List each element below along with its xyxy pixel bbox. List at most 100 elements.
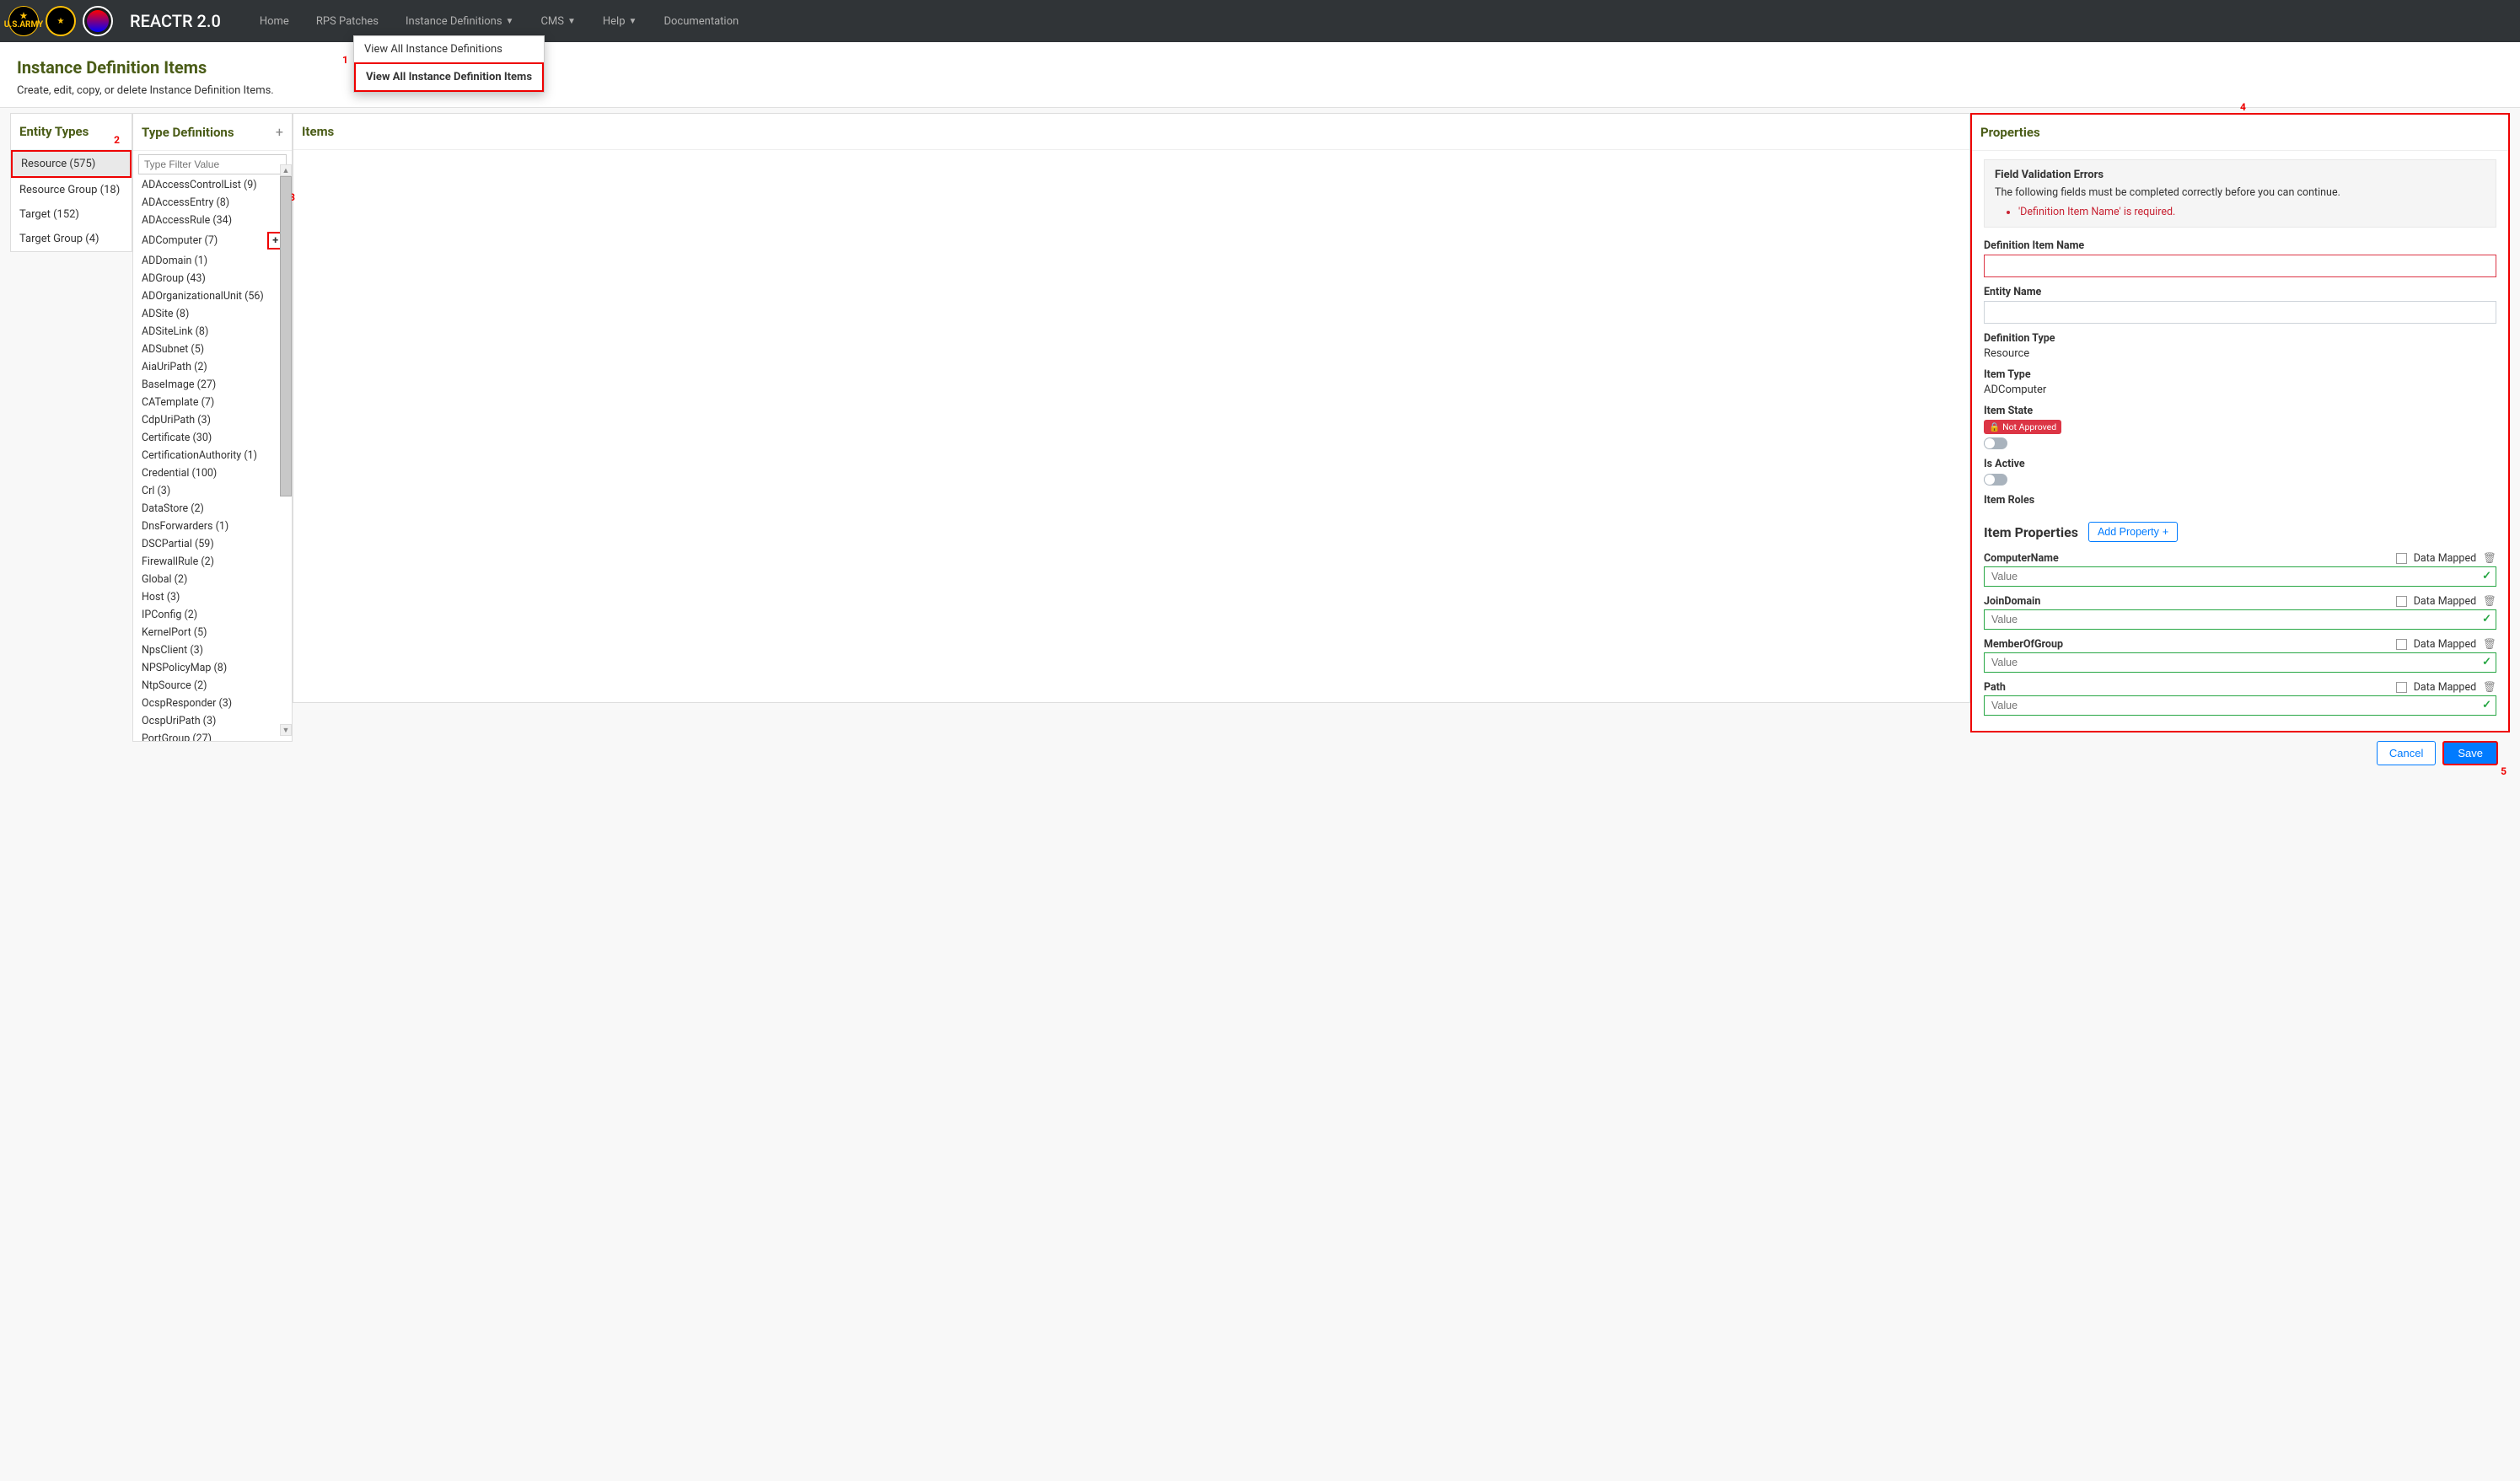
delete-property-icon[interactable]: 🗑 [2483, 681, 2496, 694]
footer-buttons: Cancel Save [1970, 732, 2510, 774]
type-definition-item[interactable]: DnsForwarders (1)+ [133, 518, 292, 535]
property-value-input[interactable] [1984, 695, 2496, 716]
type-definition-item[interactable]: PortGroup (27)+ [133, 730, 292, 741]
top-navbar: ★U.S.ARMY ★ REACTR 2.0 Home RPS Patches … [0, 0, 2520, 42]
type-definition-item[interactable]: ADOrganizationalUnit (56)+ [133, 287, 292, 305]
save-button[interactable]: Save [2442, 741, 2498, 765]
caret-down-icon: ▼ [567, 17, 576, 26]
validation-message: The following fields must be completed c… [1995, 186, 2485, 199]
type-definition-item[interactable]: ADAccessEntry (8)+ [133, 194, 292, 212]
type-definition-item[interactable]: ADAccessRule (34)+ [133, 212, 292, 229]
plus-icon: + [2163, 526, 2168, 538]
properties-header: Properties [1972, 115, 2508, 151]
label-is-active: Is Active [1984, 458, 2496, 470]
type-definitions-list[interactable]: ADAccessControlList (9)+ADAccessEntry (8… [133, 176, 292, 741]
scroll-down-icon[interactable]: ▼ [280, 724, 292, 736]
property-name: JoinDomain [1984, 595, 2040, 608]
scrollbar[interactable]: ▲ ▼ [280, 164, 292, 736]
cancel-button[interactable]: Cancel [2377, 741, 2436, 765]
items-header: Items [293, 114, 1969, 150]
data-mapped-checkbox[interactable] [2396, 553, 2407, 564]
type-definition-item[interactable]: ADAccessControlList (9)+ [133, 176, 292, 194]
nav-help[interactable]: Help ▼ [589, 0, 651, 42]
label-item-roles: Item Roles [1984, 494, 2496, 507]
item-state-toggle[interactable] [1984, 437, 2007, 449]
type-definition-item[interactable]: FirewallRule (2)+ [133, 553, 292, 571]
instance-definitions-dropdown: View All Instance Definitions View All I… [353, 35, 545, 93]
type-definition-item[interactable]: ADSubnet (5)+ [133, 341, 292, 358]
scroll-up-icon[interactable]: ▲ [280, 164, 292, 176]
entity-types-panel: Entity Types 2 Resource (575)Resource Gr… [10, 113, 132, 252]
entity-type-item[interactable]: Target Group (4) [11, 227, 132, 251]
delete-property-icon[interactable]: 🗑 [2483, 595, 2496, 608]
caret-down-icon: ▼ [629, 17, 637, 26]
type-definition-item[interactable]: ADDomain (1)+ [133, 252, 292, 270]
label-definition-type: Definition Type [1984, 332, 2496, 345]
callout-5: 5 [2501, 765, 2507, 777]
logo-group: ★U.S.ARMY ★ [8, 6, 113, 36]
type-definition-item[interactable]: NpsClient (3)+ [133, 641, 292, 659]
delete-property-icon[interactable]: 🗑 [2483, 638, 2496, 651]
dropdown-view-all-definition-items[interactable]: View All Instance Definition Items [354, 62, 544, 92]
validation-errors-box: Field Validation Errors The following fi… [1984, 159, 2496, 228]
entity-type-item[interactable]: Resource Group (18) [11, 178, 132, 202]
type-definition-item[interactable]: CATemplate (7)+ [133, 394, 292, 411]
nav-documentation[interactable]: Documentation [650, 0, 752, 42]
type-definition-item[interactable]: ADGroup (43)+ [133, 270, 292, 287]
circle-badge-icon [83, 6, 113, 36]
type-definition-item[interactable]: IPConfig (2)+ [133, 606, 292, 624]
data-mapped-checkbox[interactable] [2396, 596, 2407, 607]
type-definition-item[interactable]: Certificate (30)+ [133, 429, 292, 447]
entity-name-input[interactable] [1984, 301, 2496, 324]
type-definition-item[interactable]: Credential (100)+ [133, 464, 292, 482]
type-definition-item[interactable]: OcspUriPath (3)+ [133, 712, 292, 730]
check-icon: ✓ [2482, 656, 2491, 668]
is-active-toggle[interactable] [1984, 474, 2007, 486]
type-definition-item[interactable]: OcspResponder (3)+ [133, 695, 292, 712]
type-definition-item[interactable]: Host (3)+ [133, 588, 292, 606]
type-definition-item[interactable]: BaseImage (27)+ [133, 376, 292, 394]
type-definition-item[interactable]: ADComputer (7)+ [133, 229, 292, 252]
delete-property-icon[interactable]: 🗑 [2483, 552, 2496, 565]
data-mapped-checkbox[interactable] [2396, 682, 2407, 693]
type-definition-item[interactable]: AiaUriPath (2)+ [133, 358, 292, 376]
type-definition-item[interactable]: NPSPolicyMap (8)+ [133, 659, 292, 677]
scroll-thumb[interactable] [280, 176, 292, 496]
type-definition-item[interactable]: Crl (3)+ [133, 482, 292, 500]
property-value-input[interactable] [1984, 609, 2496, 630]
property-value-input[interactable] [1984, 652, 2496, 673]
dropdown-view-all-definitions[interactable]: View All Instance Definitions [354, 36, 544, 62]
type-definition-item[interactable]: CertificationAuthority (1)+ [133, 447, 292, 464]
type-definition-item[interactable]: ADSite (8)+ [133, 305, 292, 323]
item-property-row: MemberOfGroupData Mapped🗑✓ [1984, 636, 2496, 673]
validation-title: Field Validation Errors [1995, 169, 2485, 181]
check-icon: ✓ [2482, 613, 2491, 625]
type-definitions-header: Type Definitions + [133, 114, 292, 151]
type-definition-item[interactable]: NtpSource (2)+ [133, 677, 292, 695]
callout-1: 1 [342, 54, 348, 66]
entity-type-item[interactable]: Target (152) [11, 202, 132, 227]
property-value-input[interactable] [1984, 566, 2496, 587]
lock-icon: 🔒 [1989, 421, 2000, 432]
type-definition-item[interactable]: Global (2)+ [133, 571, 292, 588]
add-property-button[interactable]: Add Property + [2088, 522, 2178, 542]
label-entity-name: Entity Name [1984, 286, 2496, 298]
not-approved-badge: 🔒 Not Approved [1984, 420, 2061, 434]
data-mapped-checkbox[interactable] [2396, 639, 2407, 650]
add-type-definition-icon[interactable]: + [276, 124, 283, 140]
nav-home[interactable]: Home [246, 0, 303, 42]
definition-item-name-input[interactable] [1984, 255, 2496, 277]
data-mapped-label: Data Mapped [2414, 681, 2476, 694]
type-definition-item[interactable]: KernelPort (5)+ [133, 624, 292, 641]
caret-down-icon: ▼ [506, 17, 514, 26]
type-filter-input[interactable] [138, 154, 287, 174]
type-definition-item[interactable]: DSCPartial (59)+ [133, 535, 292, 553]
entity-type-item[interactable]: Resource (575) [11, 150, 132, 178]
type-definition-item[interactable]: ADSiteLink (8)+ [133, 323, 292, 341]
army-logo-icon: ★U.S.ARMY [8, 6, 39, 36]
properties-panel: Properties Field Validation Errors The f… [1970, 113, 2510, 732]
type-definition-item[interactable]: CdpUriPath (3)+ [133, 411, 292, 429]
brand-title: REACTR 2.0 [130, 11, 221, 31]
type-definition-item[interactable]: DataStore (2)+ [133, 500, 292, 518]
item-type-value: ADComputer [1984, 384, 2496, 396]
